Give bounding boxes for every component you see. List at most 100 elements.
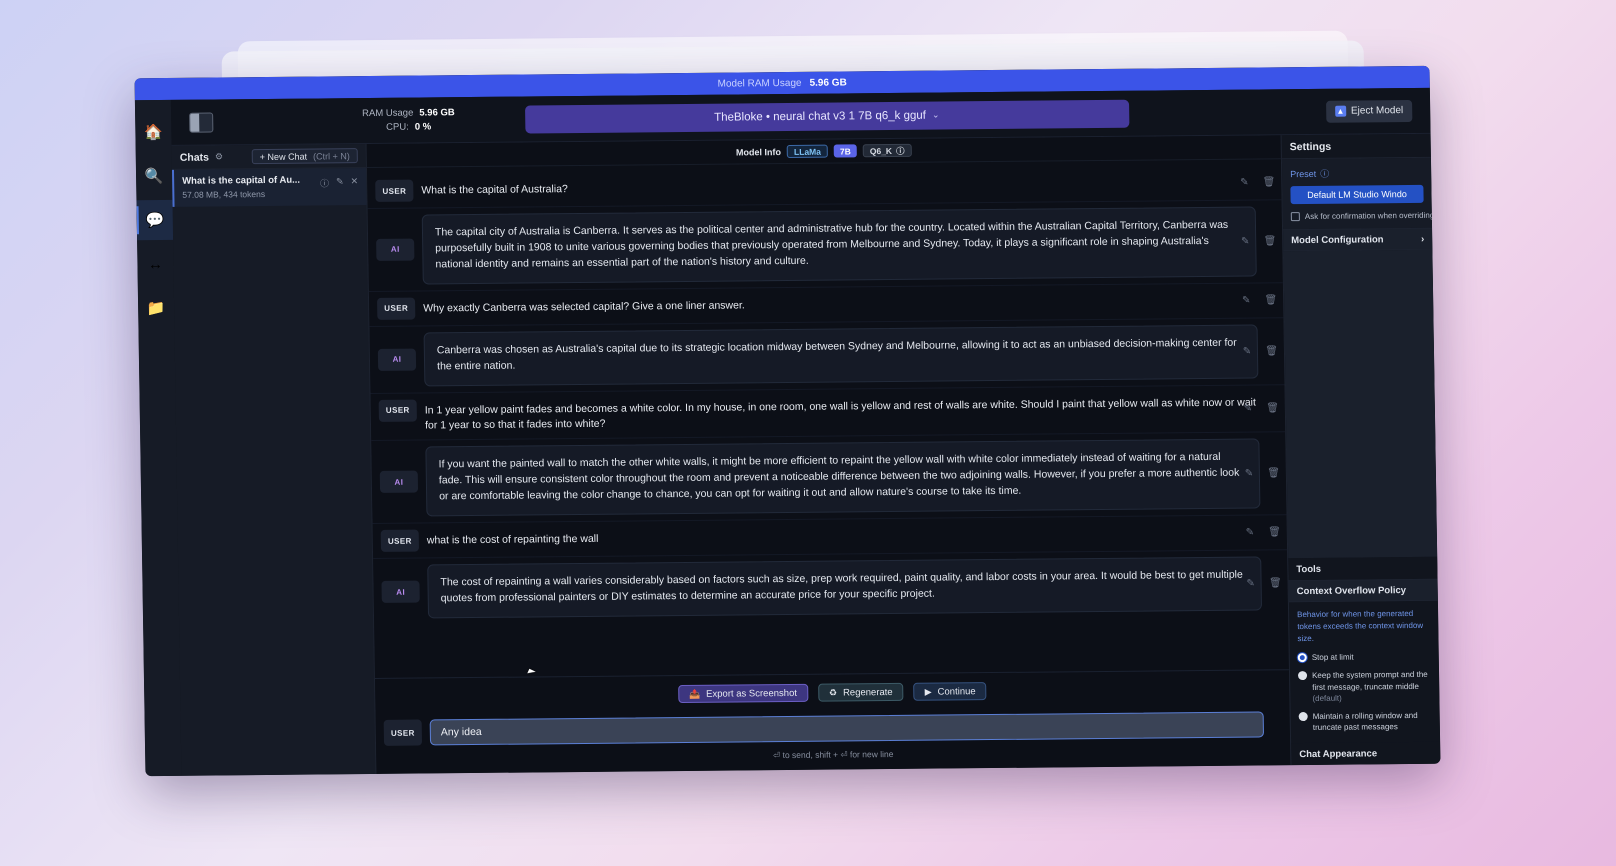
edit-icon[interactable]: ✎	[1241, 236, 1250, 247]
quant-label: Q6_K	[869, 145, 893, 156]
chevron-down-icon: ⌄	[931, 109, 940, 120]
chat-item-title: What is the capital of Au...	[182, 174, 301, 187]
new-chat-button[interactable]: + New Chat (Ctrl + N)	[251, 148, 358, 165]
ram-usage-label: RAM Usage	[362, 107, 414, 119]
gear-icon[interactable]: ⚙	[215, 151, 223, 162]
delete-icon[interactable]: 🗑	[1269, 578, 1282, 589]
radio-option-keep-system-prompt[interactable]: Keep the system prompt and the first mes…	[1290, 666, 1440, 708]
resource-stats: RAM Usage 5.96 GB CPU: 0 %	[362, 106, 455, 134]
message-text: The cost of repainting a wall varies con…	[427, 556, 1263, 619]
delete-icon[interactable]: 🗑	[1267, 468, 1280, 479]
role-badge: AI	[376, 238, 415, 261]
folder-icon[interactable]: 📁	[138, 288, 175, 328]
search-icon[interactable]: 🔍	[136, 156, 173, 196]
info-icon[interactable]: ⓘ	[320, 176, 329, 189]
eject-model-button[interactable]: ▲ Eject Model	[1325, 99, 1413, 123]
message-text: Canberra was chosen as Australia's capit…	[423, 324, 1259, 387]
chats-sidebar: Chats ⚙ + New Chat (Ctrl + N) What is th…	[171, 144, 377, 776]
context-overflow-policy-label: Context Overflow Policy	[1296, 585, 1407, 598]
close-icon[interactable]: ✕	[351, 176, 359, 189]
radio-option-stop-at-limit[interactable]: Stop at limit	[1290, 648, 1439, 667]
message-row-ai: AI If you want the painted wall to match…	[371, 431, 1287, 524]
export-as-screenshot-button[interactable]: 📤 Export as Screenshot	[677, 683, 809, 704]
badge-architecture: LLaMa	[786, 144, 829, 158]
play-icon: ▶	[924, 686, 932, 697]
model-selector[interactable]: TheBloke • neural chat v3 1 7B q6_k gguf…	[524, 99, 1130, 134]
delete-icon[interactable]: 🗑	[1265, 346, 1278, 357]
message-text: If you want the painted wall to match th…	[425, 438, 1261, 517]
message-input-value: Any idea	[440, 725, 482, 739]
edit-icon[interactable]: ✎	[1243, 346, 1252, 357]
info-icon[interactable]: ⓘ	[896, 144, 905, 156]
badge-quantization: Q6_K ⓘ	[862, 143, 912, 158]
message-text: What is the capital of Australia?	[421, 183, 568, 197]
refresh-icon: ♻	[828, 687, 838, 698]
settings-spacer	[1283, 249, 1438, 559]
message-text: Why exactly Canberra was selected capita…	[423, 299, 745, 315]
model-configuration-label: Model Configuration	[1291, 233, 1384, 246]
export-label: Export as Screenshot	[706, 687, 798, 700]
settings-panel: Settings Preset ⓘ Default LM Studio Wind…	[1280, 133, 1441, 766]
model-ram-usage-value: 5.96 GB	[809, 76, 847, 89]
cpu-label: CPU:	[386, 121, 409, 133]
edit-icon[interactable]: ✎	[1244, 403, 1253, 414]
resize-icon[interactable]: ↔	[137, 244, 174, 284]
role-badge: AI	[377, 348, 417, 371]
delete-icon[interactable]: 🗑	[1264, 295, 1277, 306]
regenerate-button[interactable]: ♻ Regenerate	[817, 682, 904, 702]
home-icon[interactable]: 🏠	[135, 112, 172, 152]
message-thread[interactable]: USER What is the capital of Australia? ✎…	[367, 159, 1289, 678]
radio-label: Stop at limit	[1311, 653, 1354, 663]
message-text: In 1 year yellow paint fades and becomes…	[424, 396, 1256, 432]
edit-icon[interactable]: ✎	[1240, 177, 1249, 188]
info-icon[interactable]: ⓘ	[1320, 167, 1329, 180]
edit-icon[interactable]: ✎	[1246, 578, 1255, 589]
chat-appearance-title: Chat Appearance	[1291, 741, 1441, 766]
context-overflow-policy-header[interactable]: Context Overflow Policy	[1288, 579, 1438, 603]
new-chat-label: + New Chat	[259, 151, 308, 162]
tools-title: Tools	[1288, 557, 1438, 581]
confirm-override-row[interactable]: Ask for confirmation when overriding	[1290, 211, 1434, 222]
badge-params: 7B	[833, 144, 857, 158]
eject-model-label: Eject Model	[1350, 105, 1404, 117]
message-row-ai: AI The capital city of Australia is Canb…	[367, 199, 1283, 291]
delete-icon[interactable]: 🗑	[1263, 236, 1276, 247]
radio-label: Maintain a rolling window and truncate p…	[1312, 710, 1418, 733]
model-configuration-section[interactable]: Model Configuration ›	[1283, 227, 1433, 252]
model-info-label: Model Info	[735, 146, 782, 157]
new-chat-shortcut: (Ctrl + N)	[312, 150, 350, 162]
radio-icon[interactable]	[1297, 653, 1307, 663]
preset-card: Preset ⓘ Default LM Studio Windo Ask for…	[1281, 157, 1434, 230]
context-overflow-description: Behavior for when the generated tokens e…	[1297, 609, 1424, 644]
edit-icon[interactable]: ✎	[1242, 295, 1251, 306]
delete-icon[interactable]: 🗑	[1263, 177, 1276, 188]
conversation-panel: Model Info LLaMa 7B Q6_K ⓘ USER What is …	[366, 135, 1291, 774]
radio-icon[interactable]	[1298, 711, 1308, 721]
list-item[interactable]: What is the capital of Au... 57.08 MB, 4…	[171, 168, 367, 207]
settings-title: Settings	[1281, 133, 1431, 160]
delete-icon[interactable]: 🗑	[1266, 403, 1279, 414]
chats-title: Chats	[179, 151, 210, 164]
preset-label: Preset	[1290, 168, 1317, 179]
toggle-sidebar-button[interactable]	[189, 112, 214, 133]
ram-usage-value: 5.96 GB	[419, 106, 455, 119]
message-row-ai: AI The cost of repainting a wall varies …	[373, 549, 1289, 625]
role-badge: USER	[375, 179, 414, 202]
delete-icon[interactable]: 🗑	[1268, 527, 1281, 538]
radio-option-rolling-window[interactable]: Maintain a rolling window and truncate p…	[1291, 707, 1440, 738]
eject-icon: ▲	[1334, 105, 1347, 117]
chevron-right-icon: ›	[1420, 233, 1425, 245]
chat-icon[interactable]: 💬	[136, 199, 174, 241]
radio-icon[interactable]	[1297, 671, 1308, 681]
edit-icon[interactable]: ✎	[336, 176, 344, 189]
role-badge: USER	[380, 529, 420, 552]
confirm-override-label: Ask for confirmation when overriding	[1304, 210, 1435, 222]
lm-studio-window: Model RAM Usage 5.96 GB 🏠 🔍 💬 ↔ 📁 RAM Us	[134, 65, 1441, 777]
checkbox-icon[interactable]	[1290, 212, 1300, 222]
message-text: what is the cost of repainting the wall	[426, 532, 599, 547]
preset-select[interactable]: Default LM Studio Windo	[1290, 184, 1424, 205]
edit-icon[interactable]: ✎	[1246, 527, 1255, 538]
edit-icon[interactable]: ✎	[1245, 468, 1254, 479]
continue-button[interactable]: ▶ Continue	[913, 682, 987, 701]
radio-label: Keep the system prompt and the first mes…	[1311, 669, 1428, 704]
